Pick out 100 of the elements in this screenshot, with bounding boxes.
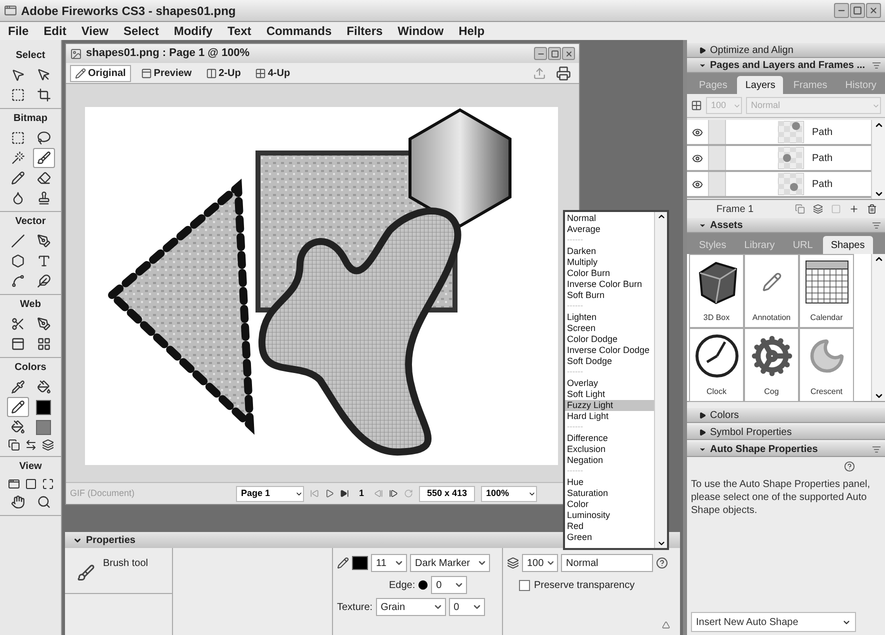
layer-thumbnail <box>778 173 804 195</box>
shape-tile[interactable]: Clock <box>689 328 744 402</box>
delete-icon[interactable] <box>867 204 877 214</box>
shape-tile[interactable]: Cog <box>744 328 799 402</box>
window-title: Adobe Fireworks CS3 - shapes01.png <box>21 2 237 20</box>
visibility-icon[interactable] <box>692 126 703 138</box>
layer-name: Path <box>812 126 833 140</box>
menu-item[interactable]: View <box>81 22 108 40</box>
brush-icon <box>36 151 50 165</box>
caret-right-icon <box>699 412 706 418</box>
tool-section-title: Colors <box>14 361 46 375</box>
tool-button[interactable] <box>6 397 28 417</box>
blend-mode-option[interactable]: Fuzzy Light <box>565 400 654 411</box>
menu-item[interactable]: Select <box>123 22 159 40</box>
shape-tile[interactable]: Crescent <box>799 328 854 402</box>
export-preview-icon[interactable] <box>556 66 571 80</box>
pencil-icon <box>10 171 24 185</box>
panel-header[interactable]: Assets <box>687 218 885 233</box>
menu-item[interactable]: Filters <box>346 22 383 40</box>
menu-item[interactable]: Window <box>398 22 444 40</box>
swap-colors-icon[interactable] <box>24 439 36 451</box>
minimize-button[interactable] <box>534 47 547 60</box>
scrollbar[interactable] <box>871 254 885 401</box>
menu-item[interactable]: Text <box>228 22 252 40</box>
scroll-down-icon <box>656 539 666 548</box>
stroke-type-select[interactable]: Dark Marker <box>410 554 490 572</box>
maximize-button[interactable] <box>850 3 865 18</box>
shape-tile[interactable]: 3D Box <box>689 254 744 328</box>
caret-down-icon <box>699 222 706 228</box>
next-frame-icon[interactable] <box>389 489 398 498</box>
tool-section-title: Bitmap <box>14 112 48 126</box>
view-tab[interactable]: Preview <box>136 64 196 82</box>
menu-item[interactable]: Edit <box>44 22 66 40</box>
layer-row[interactable]: Path <box>687 146 871 172</box>
frame-label: Frame 1 <box>715 202 755 216</box>
zoom-select[interactable]: 100% <box>481 486 538 502</box>
full-screen-icon[interactable] <box>42 478 54 490</box>
shape-tile[interactable]: Calendar <box>799 254 854 328</box>
color-swatch[interactable] <box>36 400 51 414</box>
panel-menu-icon[interactable] <box>872 444 881 454</box>
preserve-transparency-checkbox[interactable]: Preserve transparency <box>507 578 680 593</box>
visibility-icon[interactable] <box>692 152 703 164</box>
shape-tile[interactable]: Annotation <box>744 254 799 328</box>
color-swatch[interactable] <box>36 420 51 434</box>
layer-row[interactable]: Path <box>687 172 871 198</box>
stroke-color-swatch[interactable] <box>352 556 368 570</box>
line-icon <box>10 234 24 248</box>
help-icon[interactable] <box>844 461 855 472</box>
visibility-icon[interactable] <box>692 178 703 190</box>
stroke-size-field[interactable]: 11 <box>371 554 407 572</box>
tool-button[interactable] <box>32 148 54 168</box>
blur-icon <box>10 191 24 205</box>
shape-icon <box>10 254 24 268</box>
scroll-up-icon <box>874 254 884 264</box>
close-button[interactable] <box>562 47 575 60</box>
page-select[interactable]: Page 1 <box>236 486 304 502</box>
zoom-icon <box>36 495 50 509</box>
edge-field[interactable]: 0 <box>431 576 468 594</box>
maximize-button[interactable] <box>548 47 561 60</box>
minimize-button[interactable] <box>834 3 849 18</box>
separator-line: ------ <box>566 422 584 433</box>
shape-name: 3D Box <box>703 312 730 324</box>
stamp-icon <box>36 191 50 205</box>
new-layer-icon[interactable] <box>849 204 859 214</box>
panel-tab[interactable]: Shapes <box>822 236 873 254</box>
panel-title: Symbol Properties <box>710 426 793 440</box>
texture-amount-field[interactable]: 0 <box>448 598 485 616</box>
insert-auto-shape-select[interactable]: Insert New Auto Shape <box>691 612 856 632</box>
shape-name: Crescent <box>810 386 842 398</box>
panel-menu-icon[interactable] <box>872 60 881 70</box>
blend-mode-field[interactable]: Normal <box>561 554 653 572</box>
play-icon[interactable] <box>325 489 334 498</box>
view-tab[interactable]: 4-Up <box>250 64 294 82</box>
panel-header[interactable]: Symbol Properties <box>687 425 885 440</box>
layer-thumbnail <box>778 147 804 169</box>
view-tab[interactable]: 2-Up <box>202 64 245 82</box>
scrollbar[interactable] <box>871 120 885 199</box>
image-size: 550 x 413 <box>419 486 476 502</box>
scrollbar[interactable] <box>654 212 667 548</box>
panel-header[interactable]: Optimize and Align <box>687 43 885 58</box>
clock-icon <box>694 334 738 378</box>
opacity-field[interactable]: 100 <box>522 554 558 572</box>
document-icon <box>70 48 82 60</box>
panel-tab[interactable]: Layers <box>737 76 784 94</box>
panel-menu-icon[interactable] <box>872 220 881 230</box>
view-mode-icon <box>254 68 266 78</box>
panel-header[interactable]: Pages and Layers and Frames ... <box>687 58 885 73</box>
menu-item[interactable]: File <box>8 22 29 40</box>
texture-select[interactable]: Grain <box>376 598 446 616</box>
layer-name: Path <box>812 178 833 192</box>
menu-item[interactable]: Modify <box>174 22 213 40</box>
menu-item[interactable]: Commands <box>266 22 332 40</box>
panel-header[interactable]: Colors <box>687 408 885 423</box>
layer-row[interactable]: Path <box>687 120 871 146</box>
view-tab[interactable]: Original <box>70 64 131 82</box>
close-button[interactable] <box>866 3 881 18</box>
help-icon[interactable] <box>656 557 668 569</box>
last-frame-icon[interactable] <box>340 489 349 498</box>
menu-item[interactable]: Help <box>458 22 485 40</box>
panel-header[interactable]: Auto Shape Properties <box>687 442 885 457</box>
